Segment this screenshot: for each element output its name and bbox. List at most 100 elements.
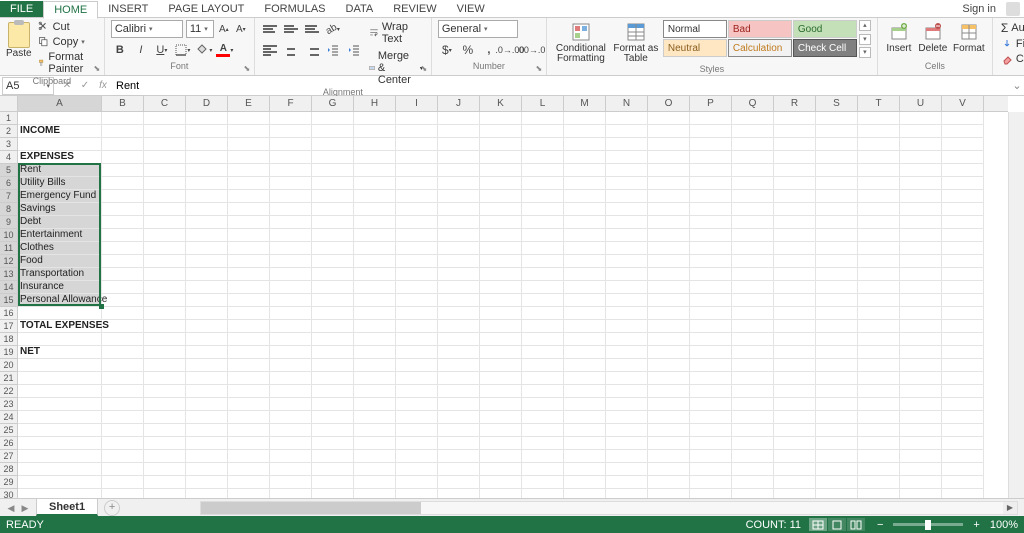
cell-K17[interactable]	[480, 320, 522, 333]
cell-C11[interactable]	[144, 242, 186, 255]
cell-S4[interactable]	[816, 151, 858, 164]
cell-L21[interactable]	[522, 372, 564, 385]
cell-H2[interactable]	[354, 125, 396, 138]
cell-O29[interactable]	[648, 476, 690, 489]
cell-P25[interactable]	[690, 424, 732, 437]
cell-U26[interactable]	[900, 437, 942, 450]
column-header-J[interactable]: J	[438, 96, 480, 111]
column-header-I[interactable]: I	[396, 96, 438, 111]
row-header-3[interactable]: 3	[0, 138, 17, 151]
cell-V22[interactable]	[942, 385, 984, 398]
cell-F21[interactable]	[270, 372, 312, 385]
number-dialog-launcher[interactable]: ⬊	[534, 64, 544, 74]
cell-E9[interactable]	[228, 216, 270, 229]
cell-P8[interactable]	[690, 203, 732, 216]
cell-A26[interactable]	[18, 437, 102, 450]
cell-C19[interactable]	[144, 346, 186, 359]
row-header-21[interactable]: 21	[0, 372, 17, 385]
cell-P27[interactable]	[690, 450, 732, 463]
column-header-D[interactable]: D	[186, 96, 228, 111]
cell-M14[interactable]	[564, 281, 606, 294]
cell-V21[interactable]	[942, 372, 984, 385]
cell-A20[interactable]	[18, 359, 102, 372]
cell-I16[interactable]	[396, 307, 438, 320]
cell-D16[interactable]	[186, 307, 228, 320]
tab-view[interactable]: VIEW	[447, 1, 495, 17]
cell-J5[interactable]	[438, 164, 480, 177]
cell-S1[interactable]	[816, 112, 858, 125]
cell-U12[interactable]	[900, 255, 942, 268]
cell-B14[interactable]	[102, 281, 144, 294]
cell-E19[interactable]	[228, 346, 270, 359]
cell-J23[interactable]	[438, 398, 480, 411]
cell-I17[interactable]	[396, 320, 438, 333]
cell-V20[interactable]	[942, 359, 984, 372]
cell-K22[interactable]	[480, 385, 522, 398]
cell-M23[interactable]	[564, 398, 606, 411]
cell-R2[interactable]	[774, 125, 816, 138]
cell-C24[interactable]	[144, 411, 186, 424]
cell-G24[interactable]	[312, 411, 354, 424]
tab-formulas[interactable]: FORMULAS	[254, 1, 335, 17]
cell-M17[interactable]	[564, 320, 606, 333]
cell-E14[interactable]	[228, 281, 270, 294]
cell-V27[interactable]	[942, 450, 984, 463]
align-top-button[interactable]	[261, 20, 279, 38]
underline-button[interactable]: U▾	[153, 41, 171, 59]
cell-D7[interactable]	[186, 190, 228, 203]
cell-N9[interactable]	[606, 216, 648, 229]
sheet-tab-sheet1[interactable]: Sheet1	[36, 499, 98, 516]
cell-G17[interactable]	[312, 320, 354, 333]
cell-R10[interactable]	[774, 229, 816, 242]
cell-H7[interactable]	[354, 190, 396, 203]
cell-L16[interactable]	[522, 307, 564, 320]
italic-button[interactable]: I	[132, 41, 150, 59]
cell-Q25[interactable]	[732, 424, 774, 437]
cell-N25[interactable]	[606, 424, 648, 437]
cell-D27[interactable]	[186, 450, 228, 463]
row-header-23[interactable]: 23	[0, 398, 17, 411]
cell-O14[interactable]	[648, 281, 690, 294]
cell-C26[interactable]	[144, 437, 186, 450]
cell-C15[interactable]	[144, 294, 186, 307]
cell-Q7[interactable]	[732, 190, 774, 203]
cell-D18[interactable]	[186, 333, 228, 346]
cell-B20[interactable]	[102, 359, 144, 372]
add-sheet-button[interactable]: +	[104, 500, 120, 516]
cell-H16[interactable]	[354, 307, 396, 320]
cell-G8[interactable]	[312, 203, 354, 216]
cell-L15[interactable]	[522, 294, 564, 307]
cell-T10[interactable]	[858, 229, 900, 242]
cell-C2[interactable]	[144, 125, 186, 138]
style-good[interactable]: Good	[793, 20, 857, 38]
cell-E26[interactable]	[228, 437, 270, 450]
increase-font-button[interactable]: A▴	[217, 22, 231, 36]
cell-O19[interactable]	[648, 346, 690, 359]
cell-G22[interactable]	[312, 385, 354, 398]
cell-E27[interactable]	[228, 450, 270, 463]
cell-L5[interactable]	[522, 164, 564, 177]
insert-cells-button[interactable]: Insert	[884, 20, 914, 54]
cell-M2[interactable]	[564, 125, 606, 138]
row-header-13[interactable]: 13	[0, 268, 17, 281]
cell-Q16[interactable]	[732, 307, 774, 320]
cell-E25[interactable]	[228, 424, 270, 437]
cell-V28[interactable]	[942, 463, 984, 476]
row-header-20[interactable]: 20	[0, 359, 17, 372]
view-page-break-button[interactable]	[847, 518, 865, 531]
row-header-12[interactable]: 12	[0, 255, 17, 268]
tab-page-layout[interactable]: PAGE LAYOUT	[158, 1, 254, 17]
cell-J24[interactable]	[438, 411, 480, 424]
cell-I14[interactable]	[396, 281, 438, 294]
cell-D19[interactable]	[186, 346, 228, 359]
cell-F18[interactable]	[270, 333, 312, 346]
gallery-scroll-up[interactable]: ▴	[859, 20, 871, 31]
cell-O8[interactable]	[648, 203, 690, 216]
cell-G13[interactable]	[312, 268, 354, 281]
cell-L19[interactable]	[522, 346, 564, 359]
cell-U21[interactable]	[900, 372, 942, 385]
cell-B12[interactable]	[102, 255, 144, 268]
cell-J9[interactable]	[438, 216, 480, 229]
copy-button[interactable]: Copy ▾	[36, 35, 98, 49]
fill-handle[interactable]	[99, 304, 104, 309]
